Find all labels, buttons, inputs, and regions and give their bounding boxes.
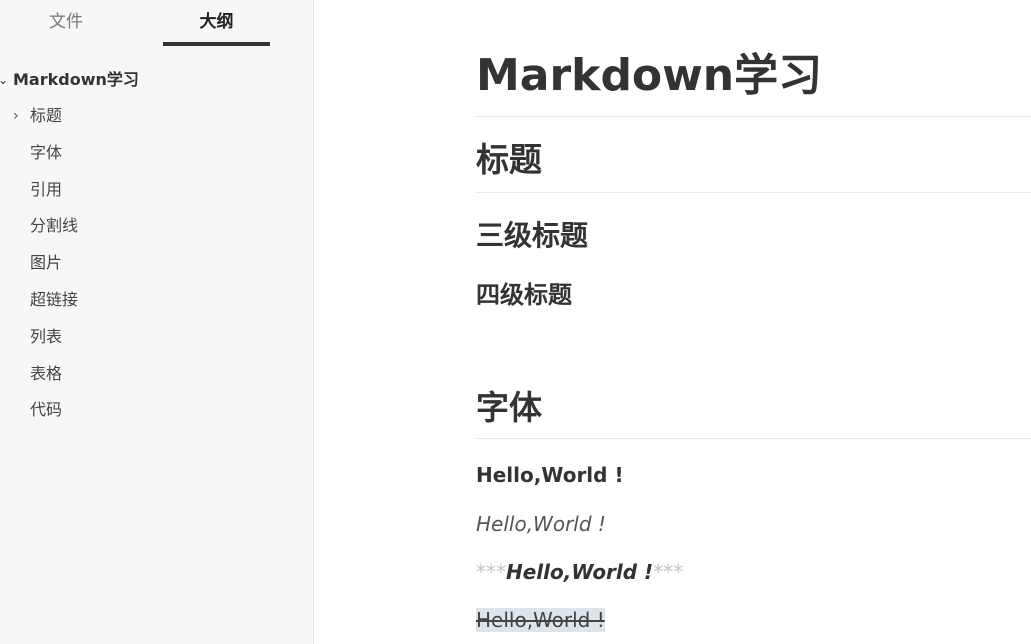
outline-item-images[interactable]: 图片 [0,245,314,282]
sidebar: 文件 大纲 ⌄ Markdown学习 › 标题 字体 引用 分割线 图片 超链接… [0,0,314,644]
tab-outline[interactable]: 大纲 [163,0,270,46]
italic-paragraph[interactable]: Hello,World ! [476,509,606,539]
outline-item-lists[interactable]: 列表 [0,319,314,356]
heading-1-title[interactable]: Markdown学习 [476,46,822,106]
markdown-syntax-marker: *** [476,560,506,584]
tab-files[interactable]: 文件 [0,0,132,46]
strikethrough-text: Hello,World ! [476,608,605,632]
outline-item-headings[interactable]: › 标题 [0,98,314,135]
outline-item-label: 图片 [30,253,63,273]
typora-window: 文件 大纲 ⌄ Markdown学习 › 标题 字体 引用 分割线 图片 超链接… [0,0,1031,644]
outline-item-label: 表格 [30,363,63,383]
chevron-down-icon[interactable]: ⌄ [0,62,8,98]
outline-item-fonts[interactable]: 字体 [0,135,314,172]
outline-item-label: 标题 [30,106,63,125]
heading-underline [476,192,1031,193]
outline-item-tables[interactable]: 表格 [0,356,314,393]
outline-item-code[interactable]: 代码 [0,392,314,429]
outline-item-label: 超链接 [30,289,79,309]
outline-item-label: Markdown学习 [13,70,139,89]
heading-2-fonts[interactable]: 字体 [476,386,542,430]
outline-item-divider[interactable]: 分割线 [0,208,314,245]
editor-pane[interactable]: Markdown学习 标题 三级标题 四级标题 字体 Hello,World !… [315,0,1031,644]
outline-item-links[interactable]: 超链接 [0,282,314,319]
heading-4[interactable]: 四级标题 [476,278,572,312]
outline-item-quote[interactable]: 引用 [0,172,314,209]
heading-3[interactable]: 三级标题 [476,217,588,255]
bold-paragraph[interactable]: Hello,World ! [476,460,624,490]
bold-italic-paragraph[interactable]: ***Hello,World !*** [476,557,683,587]
chevron-right-icon[interactable]: › [13,98,19,135]
outline-item-label: 分割线 [30,216,79,236]
sidebar-tabs: 文件 大纲 [0,0,313,46]
strikethrough-paragraph[interactable]: Hello,World ! [476,605,605,635]
outline-item-label: 代码 [30,400,63,420]
outline-item-label: 列表 [30,326,63,346]
bold-italic-text: Hello,World ! [506,560,654,584]
heading-underline [476,438,1031,439]
heading-underline [476,116,1031,117]
outline-item-label: 字体 [30,142,63,162]
outline-item-label: 引用 [30,179,63,199]
markdown-syntax-marker: *** [653,560,684,584]
outline-item-markdown-study[interactable]: ⌄ Markdown学习 [0,62,314,98]
outline-tree: ⌄ Markdown学习 › 标题 字体 引用 分割线 图片 超链接 列表 表格… [0,62,314,429]
heading-2-headings[interactable]: 标题 [476,138,542,182]
